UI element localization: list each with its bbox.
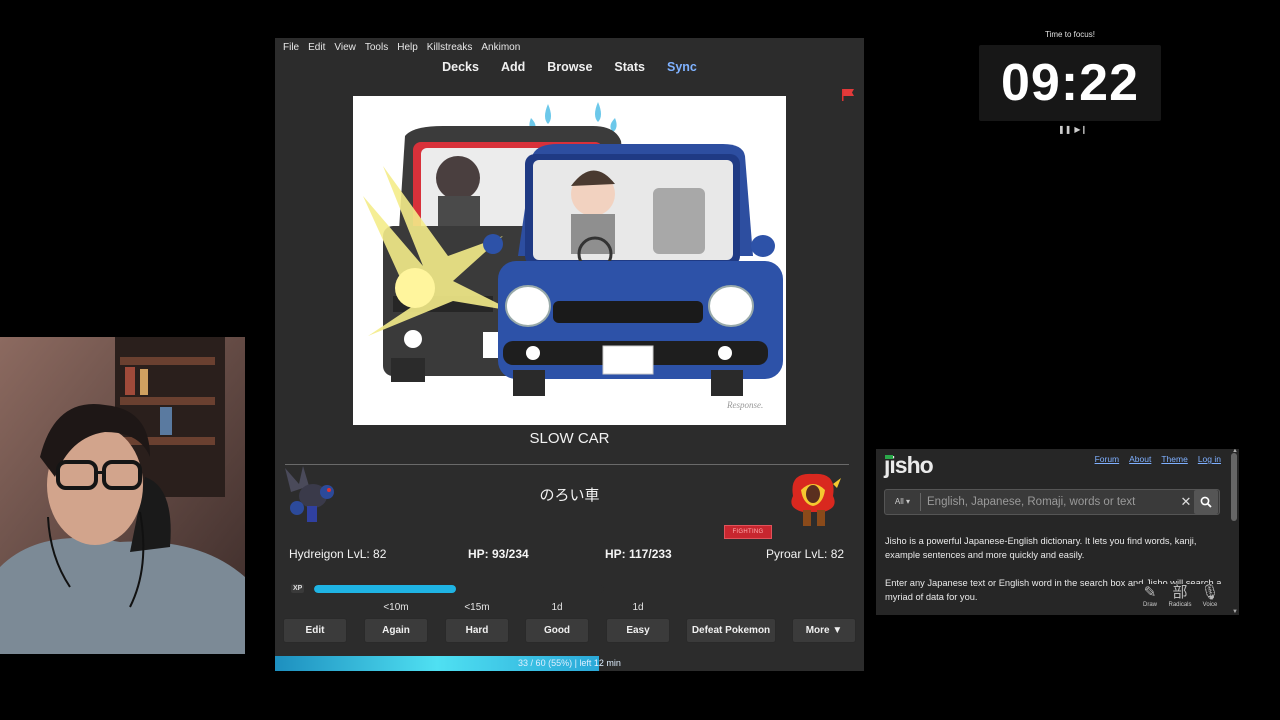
pencil-icon: ✎ — [1143, 584, 1157, 601]
pause-icon[interactable]: ❚❚ — [1058, 125, 1071, 135]
webcam-image — [0, 337, 245, 654]
card-back-text: のろい車 — [539, 486, 600, 504]
timer-controls: ❚❚ ▶❙ — [1058, 125, 1087, 135]
jisho-search-bar: All ▾ ✕ — [884, 489, 1220, 515]
focus-timer: 09:22 — [979, 45, 1161, 121]
menu-ankimon[interactable]: Ankimon — [481, 42, 520, 53]
player-hp: HP: 93/234 — [468, 547, 529, 561]
jisho-logo[interactable]: jisho — [884, 452, 934, 479]
sync-link[interactable]: Sync — [667, 60, 697, 80]
forum-link[interactable]: Forum — [1095, 454, 1120, 464]
again-interval: <10m — [383, 602, 409, 613]
again-button[interactable]: Again — [364, 618, 428, 643]
webcam-feed — [0, 337, 245, 654]
easy-button[interactable]: Easy — [606, 618, 670, 643]
menu-file[interactable]: File — [283, 42, 299, 53]
search-scope-select[interactable]: All ▾ — [885, 493, 921, 511]
radicals-icon: 部 — [1172, 584, 1188, 601]
xp-bar-fill — [314, 585, 457, 593]
about-link[interactable]: About — [1129, 454, 1151, 464]
enemy-type-badge: FIGHTING — [724, 525, 772, 539]
image-watermark: Response. — [726, 400, 763, 410]
hydreigon-sprite — [285, 466, 334, 522]
car-illustration: Response. — [353, 96, 786, 425]
xp-label: XP — [291, 584, 305, 593]
input-tools: ✎ Draw 部 Radicals 🎙 Voice — [1136, 584, 1224, 608]
main-toolbar: Decks Add Browse Stats Sync — [275, 60, 864, 80]
timer-label: Time to focus! — [1045, 30, 1095, 39]
clear-icon[interactable]: ✕ — [1178, 494, 1194, 510]
scroll-up-icon[interactable]: ▲ — [1232, 449, 1238, 454]
search-button[interactable] — [1194, 490, 1218, 514]
flag-icon[interactable] — [841, 88, 855, 102]
enemy-pokemon-name: Pyroar LvL: 82 — [766, 547, 845, 561]
voice-label: Voice — [1202, 602, 1218, 608]
jisho-window: jisho Forum About Theme Log in All ▾ ✕ J… — [876, 449, 1239, 615]
draw-label: Draw — [1142, 602, 1157, 608]
easy-interval: 1d — [632, 602, 644, 613]
menu-edit[interactable]: Edit — [308, 42, 325, 53]
player-pokemon-name: Hydreigon LvL: 82 — [289, 547, 387, 561]
session-progress-bar: 33 / 60 (55%) | left 12 min — [275, 656, 864, 671]
card-image: Response. — [353, 96, 786, 425]
menu-bar: File Edit View Tools Help Killstreaks An… — [275, 38, 864, 56]
voice-tool[interactable]: 🎙 Voice — [1198, 584, 1222, 608]
menu-help[interactable]: Help — [397, 42, 418, 53]
skip-icon[interactable]: ▶❙ — [1074, 125, 1087, 135]
more-button[interactable]: More ▼ — [792, 618, 856, 643]
xp-bar — [314, 585, 604, 593]
anki-window: File Edit View Tools Help Killstreaks An… — [275, 38, 864, 671]
menu-killstreaks[interactable]: Killstreaks — [427, 42, 473, 53]
login-link[interactable]: Log in — [1198, 454, 1221, 464]
theme-link[interactable]: Theme — [1161, 454, 1187, 464]
jisho-nav: Forum About Theme Log in — [1095, 454, 1221, 464]
logo-mark — [885, 455, 893, 459]
menu-view[interactable]: View — [334, 42, 356, 53]
hard-button[interactable]: Hard — [445, 618, 509, 643]
edit-button[interactable]: Edit — [283, 618, 347, 643]
search-input[interactable] — [921, 496, 1178, 508]
card-divider — [285, 464, 849, 465]
browse-link[interactable]: Browse — [547, 60, 592, 80]
card-front-text: SLOW CAR — [529, 430, 610, 447]
pyroar-sprite — [791, 473, 841, 526]
jisho-intro-1: Jisho is a powerful Japanese-English dic… — [885, 536, 1197, 560]
radicals-label: Radicals — [1168, 602, 1192, 608]
hard-interval: <15m — [464, 602, 490, 613]
good-button[interactable]: Good — [525, 618, 589, 643]
stats-link[interactable]: Stats — [614, 60, 645, 80]
decks-link[interactable]: Decks — [442, 60, 479, 80]
jisho-scrollbar[interactable] — [1231, 453, 1237, 521]
microphone-icon: 🎙 — [1200, 584, 1220, 601]
scroll-down-icon[interactable]: ▼ — [1232, 609, 1238, 615]
defeat-pokemon-button[interactable]: Defeat Pokemon — [686, 618, 776, 643]
session-progress-text: 33 / 60 (55%) | left 12 min — [518, 658, 621, 668]
search-icon — [1200, 496, 1212, 508]
radicals-tool[interactable]: 部 Radicals — [1168, 584, 1192, 608]
enemy-hp: HP: 117/233 — [605, 547, 672, 561]
timer-value: 09:22 — [1001, 54, 1139, 112]
draw-tool[interactable]: ✎ Draw — [1138, 584, 1162, 608]
good-interval: 1d — [551, 602, 563, 613]
menu-tools[interactable]: Tools — [365, 42, 388, 53]
add-link[interactable]: Add — [501, 60, 525, 80]
